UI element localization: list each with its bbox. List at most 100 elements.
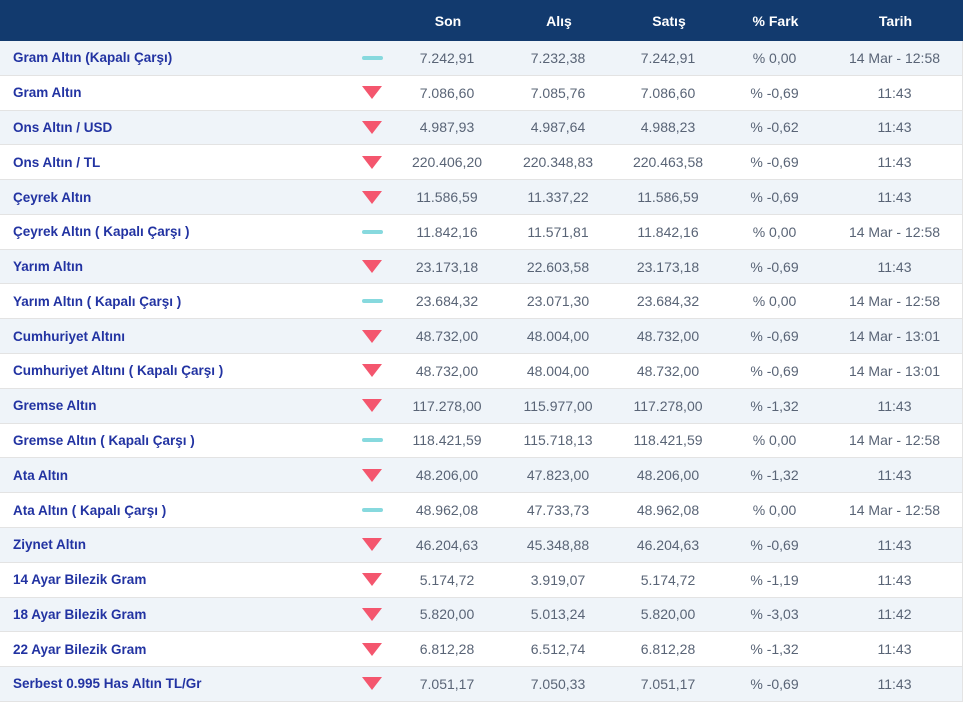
son-value: 23.684,32	[415, 293, 479, 310]
table-row[interactable]: Gram Altın 7.086,60 7.085,76 7.086,60 % …	[0, 75, 963, 111]
table-row[interactable]: Cumhuriyet Altını 48.732,00 48.004,00 48…	[0, 319, 963, 355]
down-triangle-icon	[362, 329, 382, 343]
trend-cell	[352, 86, 392, 100]
flat-dash-icon	[361, 55, 383, 60]
alis-value: 48.004,00	[526, 328, 590, 345]
flat-dash-icon	[361, 438, 383, 443]
table-row[interactable]: Ata Altın 48.206,00 47.823,00 48.206,00 …	[0, 458, 963, 494]
trend-cell	[352, 607, 392, 621]
table-row[interactable]: Gram Altın (Kapalı Çarşı) 7.242,91 7.232…	[0, 41, 963, 76]
column-header-son: Son	[434, 12, 462, 29]
instrument-name: Ata Altın ( Kapalı Çarşı )	[13, 502, 167, 518]
table-row[interactable]: 22 Ayar Bilezik Gram 6.812,28 6.512,74 6…	[0, 632, 963, 668]
alis-value: 47.733,73	[526, 502, 590, 519]
table-row[interactable]: Ons Altın / TL 220.406,20 220.348,83 220…	[0, 145, 963, 181]
alis-value: 7.085,76	[530, 84, 586, 101]
instrument-name: Ata Altın	[13, 467, 68, 483]
satis-value: 48.732,00	[636, 362, 700, 379]
fark-value: % -0,69	[750, 84, 799, 101]
down-triangle-icon	[362, 538, 382, 552]
trend-cell	[352, 190, 392, 204]
instrument-name: Gram Altın	[13, 85, 82, 101]
instrument-name: Ziynet Altın	[13, 537, 86, 553]
son-value: 23.173,18	[415, 258, 479, 275]
alis-value: 22.603,58	[526, 258, 590, 275]
fark-value: % -0,69	[750, 536, 799, 553]
son-value: 220.406,20	[411, 154, 483, 171]
table-row[interactable]: Yarım Altın 23.173,18 22.603,58 23.173,1…	[0, 249, 963, 285]
trend-cell	[352, 120, 392, 134]
down-triangle-icon	[362, 86, 382, 100]
fark-value: % -1,32	[750, 641, 799, 658]
trend-cell	[352, 364, 392, 378]
instrument-name: Cumhuriyet Altını	[13, 328, 126, 344]
fark-value: % -1,32	[750, 467, 799, 484]
fark-value: % -0,69	[750, 189, 799, 206]
gold-prices-table: Son Alış Satış % Fark Tarih Gram Altın (…	[0, 0, 963, 702]
alis-value: 3.919,07	[530, 571, 586, 588]
flat-dash-icon	[361, 299, 383, 304]
table-row[interactable]: Yarım Altın ( Kapalı Çarşı ) 23.684,32 2…	[0, 284, 963, 320]
son-value: 48.962,08	[415, 502, 479, 519]
son-value: 117.278,00	[412, 397, 482, 414]
table-row[interactable]: Ata Altın ( Kapalı Çarşı ) 48.962,08 47.…	[0, 493, 963, 528]
satis-value: 5.174,72	[640, 571, 696, 588]
fark-value: % 0,00	[752, 502, 797, 519]
down-triangle-icon	[362, 155, 382, 169]
trend-cell	[352, 229, 392, 234]
table-header-row: Son Alış Satış % Fark Tarih	[0, 0, 963, 41]
column-header-satis: Satış	[652, 12, 686, 29]
table-row[interactable]: Ons Altın / USD 4.987,93 4.987,64 4.988,…	[0, 110, 963, 146]
son-value: 7.242,91	[419, 49, 475, 66]
down-triangle-icon	[362, 642, 382, 656]
trend-cell	[352, 573, 392, 587]
table-row[interactable]: 14 Ayar Bilezik Gram 5.174,72 3.919,07 5…	[0, 562, 963, 598]
alis-value: 11.571,81	[527, 223, 589, 240]
table-row[interactable]: Ziynet Altın 46.204,63 45.348,88 46.204,…	[0, 527, 963, 563]
trend-cell	[352, 260, 392, 274]
table-row[interactable]: Çeyrek Altın 11.586,59 11.337,22 11.586,…	[0, 180, 963, 215]
down-triangle-icon	[362, 260, 382, 274]
trend-cell	[352, 468, 392, 482]
table-row[interactable]: Cumhuriyet Altını ( Kapalı Çarşı ) 48.73…	[0, 354, 963, 389]
alis-value: 220.348,83	[522, 154, 594, 171]
table-row[interactable]: Çeyrek Altın ( Kapalı Çarşı ) 11.842,16 …	[0, 214, 963, 250]
instrument-name: Serbest 0.995 Has Altın TL/Gr	[13, 676, 202, 692]
son-value: 48.732,00	[415, 362, 479, 379]
tarih-value: 14 Mar - 12:58	[848, 223, 941, 240]
column-header-alis: Alış	[546, 12, 572, 29]
down-triangle-icon	[362, 190, 382, 204]
table-row[interactable]: Gremse Altın 117.278,00 115.977,00 117.2…	[0, 388, 963, 424]
fark-value: % -0,69	[750, 258, 799, 275]
flat-dash-icon	[361, 229, 383, 234]
son-value: 4.987,93	[419, 119, 475, 136]
tarih-value: 14 Mar - 13:01	[848, 328, 941, 345]
son-value: 118.421,59	[412, 432, 482, 449]
instrument-name: Çeyrek Altın	[13, 189, 92, 205]
son-value: 7.051,17	[419, 675, 475, 692]
fark-value: % -0,62	[750, 119, 799, 136]
satis-value: 46.204,63	[636, 536, 700, 553]
table-body: Gram Altın (Kapalı Çarşı) 7.242,91 7.232…	[0, 41, 963, 702]
tarih-value: 11:43	[877, 536, 912, 553]
satis-value: 23.684,32	[636, 293, 700, 310]
table-row[interactable]: Gremse Altın ( Kapalı Çarşı ) 118.421,59…	[0, 423, 963, 459]
table-row[interactable]: Serbest 0.995 Has Altın TL/Gr 7.051,17 7…	[0, 667, 963, 702]
tarih-value: 14 Mar - 12:58	[848, 293, 941, 310]
flat-dash-icon	[361, 508, 383, 513]
son-value: 7.086,60	[419, 84, 475, 101]
down-triangle-icon	[362, 573, 382, 587]
satis-value: 7.086,60	[640, 84, 696, 101]
satis-value: 5.820,00	[640, 606, 696, 623]
satis-value: 118.421,59	[633, 432, 703, 449]
fark-value: % -1,32	[750, 397, 799, 414]
alis-value: 45.348,88	[526, 536, 590, 553]
down-triangle-icon	[362, 120, 382, 134]
tarih-value: 11:43	[877, 189, 912, 206]
son-value: 48.206,00	[415, 467, 479, 484]
tarih-value: 11:43	[877, 467, 912, 484]
table-row[interactable]: 18 Ayar Bilezik Gram 5.820,00 5.013,24 5…	[0, 597, 963, 633]
fark-value: % 0,00	[752, 293, 797, 310]
tarih-value: 14 Mar - 13:01	[848, 362, 941, 379]
column-header-tarih: Tarih	[878, 12, 913, 29]
